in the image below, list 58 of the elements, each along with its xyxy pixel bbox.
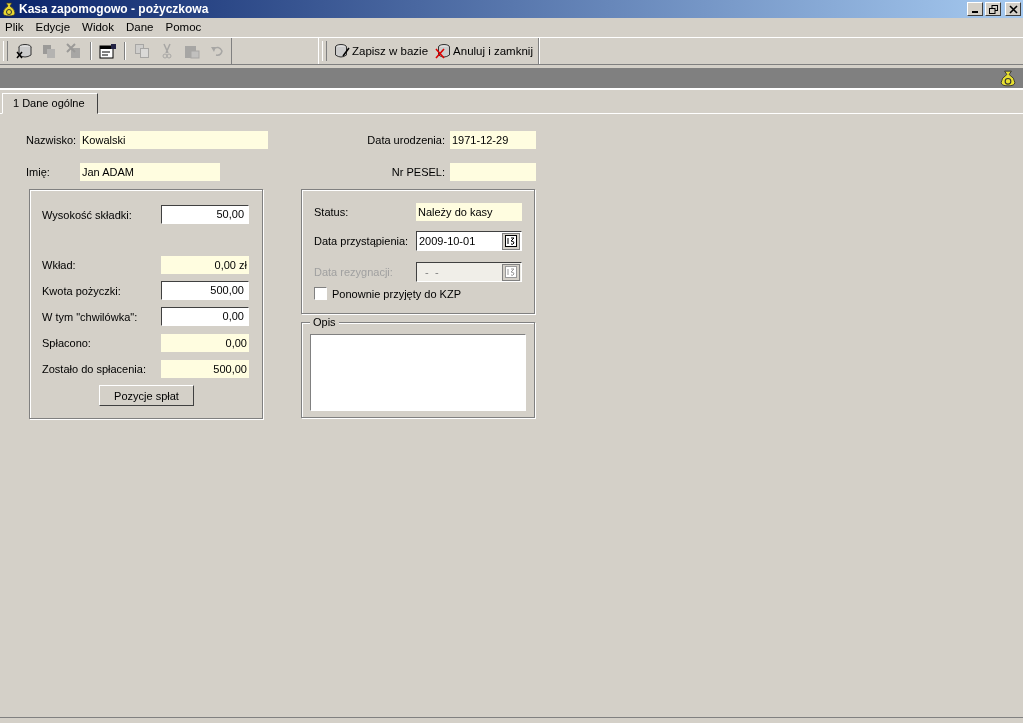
date-value: - - — [424, 266, 439, 278]
copy-record-icon — [41, 43, 57, 59]
close-icon — [1008, 4, 1018, 14]
field-label: W tym "chwilówka": — [42, 310, 139, 323]
restore-icon — [988, 4, 998, 14]
text-field[interactable]: 0,00 — [161, 333, 249, 352]
field-label: Data urodzenia: — [366, 134, 445, 146]
menu-item[interactable]: Dane — [126, 21, 154, 33]
field-label: Wysokość składki: — [42, 208, 133, 221]
field-label: Kwota pożyczki: — [42, 284, 122, 297]
input-field[interactable]: 50,00 — [161, 205, 249, 224]
database-refresh-icon — [15, 43, 33, 59]
field-label: Zostało do spłacenia: — [42, 362, 147, 375]
field-label: Status: — [314, 206, 350, 218]
delete-record-icon — [66, 43, 82, 59]
tab[interactable]: 1 Dane ogólne — [2, 93, 98, 114]
field-label: Data przystąpienia: — [314, 235, 410, 247]
minimize-button[interactable] — [967, 2, 983, 16]
money-bag-icon — [2, 1, 16, 17]
properties-icon — [99, 43, 117, 59]
checkbox-label: Ponownie przyjęty do KZP — [332, 287, 461, 300]
text-field[interactable]: Jan ADAM — [80, 163, 220, 181]
input-field[interactable]: 0,00 — [161, 307, 249, 326]
field-label: Nazwisko: — [26, 134, 78, 146]
database-cancel-icon — [435, 43, 452, 59]
copy-icon — [134, 43, 150, 59]
group-title: Opis — [310, 316, 339, 328]
field-label: Nr PESEL: — [390, 166, 445, 178]
text-field[interactable]: Kowalski — [80, 131, 268, 149]
money-bag-icon — [1000, 69, 1016, 87]
text-field[interactable]: 0,00 zł — [161, 255, 249, 274]
save-button[interactable]: Zapisz w bazie — [332, 40, 431, 62]
menu-item[interactable]: Pomoc — [165, 21, 202, 33]
calendar-icon — [502, 232, 520, 250]
date-value: 2009-10-01 — [419, 235, 476, 247]
checkbox[interactable] — [314, 287, 327, 300]
scissors-icon — [159, 43, 175, 59]
text-field[interactable]: 500,00 — [161, 359, 249, 378]
input-field[interactable]: 500,00 — [161, 281, 249, 300]
date-field[interactable]: 2009-10-01 — [416, 231, 522, 251]
menu-item[interactable]: Plik — [5, 21, 24, 33]
calendar-icon — [502, 263, 520, 281]
field-label: Spłacono: — [42, 336, 92, 349]
text-field[interactable]: 1971-12-29 — [450, 131, 536, 149]
text-field[interactable] — [450, 163, 536, 181]
cancel-button[interactable]: Anuluj i zamknij — [433, 40, 535, 62]
close-button[interactable] — [1005, 2, 1021, 16]
field-label: Imię: — [26, 166, 51, 178]
database-edit-icon — [334, 43, 350, 59]
description-field[interactable] — [310, 334, 526, 411]
paste-icon — [184, 43, 200, 59]
payments-button[interactable]: Pozycje spłat — [99, 385, 194, 406]
text-field[interactable]: Należy do kasy — [416, 203, 522, 221]
menu-item[interactable]: Widok — [82, 21, 114, 33]
menu-item[interactable]: Edycje — [35, 21, 71, 33]
window-title: Kasa zapomogowo - pożyczkowa — [19, 2, 210, 16]
field-label: Wkład: — [42, 258, 77, 271]
restore-button[interactable] — [985, 2, 1001, 16]
